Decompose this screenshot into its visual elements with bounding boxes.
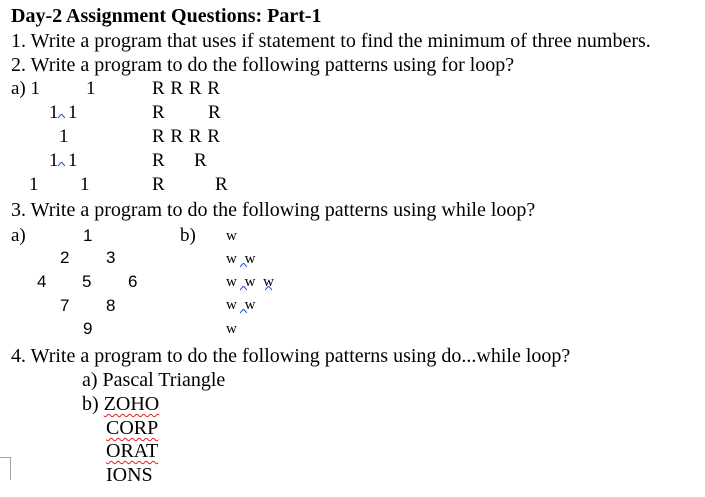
pattern-one: 1 [29, 174, 39, 195]
spellcheck-caret-icon [58, 114, 65, 119]
pattern-r: R [152, 174, 165, 195]
pattern-number: 3 [106, 248, 116, 267]
pattern-r: R [215, 174, 228, 195]
q3-a-label: a) [11, 225, 26, 246]
ions-word: IONS [106, 464, 153, 486]
pattern-one: 1 [68, 102, 78, 123]
page-corner-marker [0, 457, 11, 480]
pattern-one: 1 [86, 78, 96, 99]
pattern-number: 2 [60, 248, 70, 267]
pattern-r-row: R R R R [152, 78, 220, 99]
pattern-r-row: R R R R [152, 126, 220, 147]
pattern-w-row: w [226, 228, 237, 244]
orat-word: ORAT [106, 440, 159, 462]
question-2: 2. Write a program to do the following p… [11, 54, 515, 76]
pattern-number: 6 [128, 272, 138, 291]
question-4: 4. Write a program to do the following p… [11, 345, 571, 367]
zoho-word: ZOHO [103, 393, 160, 415]
pattern-number: 5 [82, 272, 92, 291]
spellcheck-caret-icon [240, 286, 247, 291]
q3-b-label: b) [180, 225, 196, 246]
pattern-w-row: w [226, 321, 237, 337]
q4-pascal-triangle: a) Pascal Triangle [82, 369, 226, 391]
pattern-one: 1 [49, 102, 59, 123]
pattern-r: R [152, 102, 165, 123]
pattern-number: 9 [83, 319, 93, 338]
spellcheck-caret-icon [58, 162, 65, 167]
spellcheck-caret-icon [265, 286, 272, 291]
spellcheck-caret-icon [240, 309, 247, 314]
pattern-number: 4 [37, 272, 47, 291]
pattern-one: 1 [59, 126, 69, 147]
q4-b-label: b) [82, 393, 104, 415]
pattern-r: R [194, 150, 207, 171]
pattern-number: 8 [106, 296, 116, 315]
pattern-one: 1 [68, 150, 78, 171]
pattern-number: 7 [60, 296, 70, 315]
spellcheck-caret-icon [240, 263, 247, 268]
q4-b-item: b) ZOHO [82, 394, 159, 414]
pattern-number: 1 [83, 226, 93, 245]
document-title: Day-2 Assignment Questions: Part-1 [11, 5, 322, 27]
pattern-one: 1 [49, 150, 59, 171]
corp-word: CORP [106, 417, 159, 439]
question-1: 1. Write a program that uses if statemen… [11, 30, 651, 52]
pattern-one: 1 [80, 174, 90, 195]
pattern-r: R [208, 102, 221, 123]
q2-a-label: a) 1 [11, 78, 41, 99]
question-3: 3. Write a program to do the following p… [11, 199, 536, 221]
pattern-r: R [152, 150, 165, 171]
